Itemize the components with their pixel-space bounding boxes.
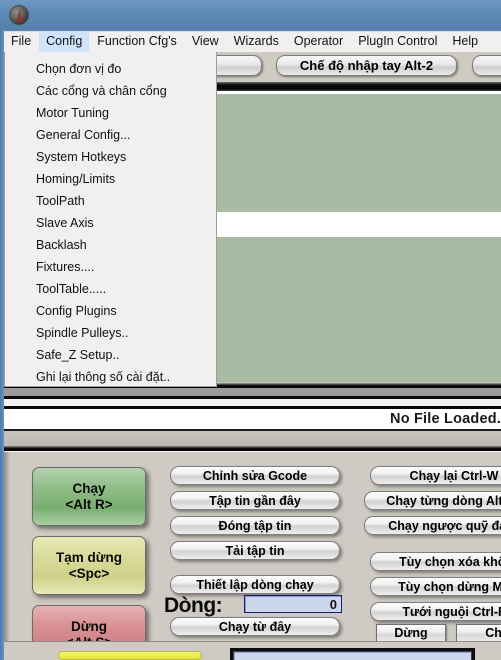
divider-mid-light — [4, 399, 501, 406]
menu-wizards[interactable]: Wizards — [227, 32, 286, 52]
optional-stop-button[interactable]: Tùy chọn dừng M1 — [370, 577, 501, 596]
block-delete-button[interactable]: Tùy chọn xóa khối — [370, 552, 501, 571]
menu-item-toolpath[interactable]: ToolPath — [5, 190, 216, 212]
cycle-start-label-1: Chạy — [72, 480, 106, 496]
menu-item-fixtures[interactable]: Fixtures.... — [5, 256, 216, 278]
divider-mid-gray — [4, 388, 501, 396]
config-dropdown-menu: Chọn đơn vị đo Các cổng và chân cổng Mot… — [4, 52, 217, 387]
menu-item-ports-and-pins[interactable]: Các cổng và chân cổng — [5, 80, 216, 102]
reverse-run-button[interactable]: Chạy ngược quỹ đạo — [364, 516, 501, 535]
menu-help[interactable]: Help — [445, 32, 485, 52]
status-message-well: ReConfiguration Estop. — [230, 648, 475, 660]
menu-item-tooltable[interactable]: ToolTable..... — [5, 278, 216, 300]
spacer-gray-band — [4, 431, 501, 446]
flood-coolant-button[interactable]: Tưới nguội Ctrl-F — [370, 602, 501, 621]
feed-hold-button[interactable]: Tạm dừng <Spc> — [32, 536, 146, 595]
stop-label-1: Dừng — [70, 618, 108, 634]
control-pad: Chạy <Alt R> Tạm dừng <Spc> Dừng <Alt S>… — [4, 451, 501, 660]
cycle-start-label-2: <Alt R> — [65, 496, 113, 512]
menu-item-config-plugins[interactable]: Config Plugins — [5, 300, 216, 322]
file-status-text: No File Loaded. — [390, 411, 501, 427]
file-status-bar: No File Loaded. — [4, 409, 501, 429]
menu-item-slave-axis[interactable]: Slave Axis — [5, 212, 216, 234]
recent-file-button[interactable]: Tập tin gần đây — [170, 491, 340, 510]
run-from-here-button[interactable]: Chạy từ đây — [170, 617, 340, 636]
stop-small-button[interactable]: Dừng — [376, 624, 446, 642]
menu-bar: File Config Function Cfg's View Wizards … — [4, 31, 501, 52]
line-number-label: Dòng: — [164, 594, 223, 617]
menu-item-select-units[interactable]: Chọn đơn vị đo — [5, 58, 216, 80]
feed-hold-label-2: <Spc> — [68, 565, 110, 581]
mach3-logo-icon — [9, 5, 29, 25]
tab-mdi-manual-entry[interactable]: Chế độ nhập tay Alt-2 — [276, 55, 457, 76]
title-bar — [0, 0, 501, 30]
menu-item-save-settings[interactable]: Ghi lại thông số cài đặt.. — [5, 366, 216, 388]
menu-item-system-hotkeys[interactable]: System Hotkeys — [5, 146, 216, 168]
tab-toolpath[interactable]: Đ — [472, 55, 501, 76]
menu-operator[interactable]: Operator — [287, 32, 350, 52]
menu-item-spindle-pulleys[interactable]: Spindle Pulleys.. — [5, 322, 216, 344]
menu-item-backlash[interactable]: Backlash — [5, 234, 216, 256]
mach3-application-window: t-1 Chế độ nhập tay Alt-2 Đ No File Load… — [0, 0, 501, 660]
feed-hold-label-1: Tạm dừng — [55, 549, 123, 565]
edit-gcode-button[interactable]: Chỉnh sửa Gcode — [170, 466, 340, 485]
status-message-field[interactable]: ReConfiguration Estop. — [233, 651, 472, 660]
load-file-button[interactable]: Tải tập tin — [170, 541, 340, 560]
menu-item-homing-limits[interactable]: Homing/Limits — [5, 168, 216, 190]
cycle-start-button[interactable]: Chạy <Alt R> — [32, 467, 146, 526]
control-pad-left-edge — [4, 452, 10, 642]
close-file-button[interactable]: Đóng tập tin — [170, 516, 340, 535]
menu-item-general-config[interactable]: General Config... — [5, 124, 216, 146]
estop-indicator-lamp — [58, 651, 202, 660]
mode-small-button[interactable]: Chế — [456, 624, 501, 642]
line-number-field[interactable]: 0 — [244, 595, 342, 613]
menu-view[interactable]: View — [185, 32, 226, 52]
rewind-button[interactable]: Chạy lại Ctrl-W — [370, 466, 501, 485]
menu-plugin-control[interactable]: PlugIn Control — [351, 32, 444, 52]
set-next-line-button[interactable]: Thiết lập dòng chạy — [170, 575, 340, 594]
menu-item-safe-z-setup[interactable]: Safe_Z Setup.. — [5, 344, 216, 366]
single-block-button[interactable]: Chạy từng dòng Alt-N — [364, 491, 501, 510]
menu-function-cfgs[interactable]: Function Cfg's — [90, 32, 184, 52]
menu-item-motor-tuning[interactable]: Motor Tuning — [5, 102, 216, 124]
menu-file[interactable]: File — [4, 32, 38, 52]
menu-config[interactable]: Config — [39, 32, 90, 52]
bottom-panel: Khởi động lại ReConfiguration Estop. G-C… — [4, 641, 501, 660]
